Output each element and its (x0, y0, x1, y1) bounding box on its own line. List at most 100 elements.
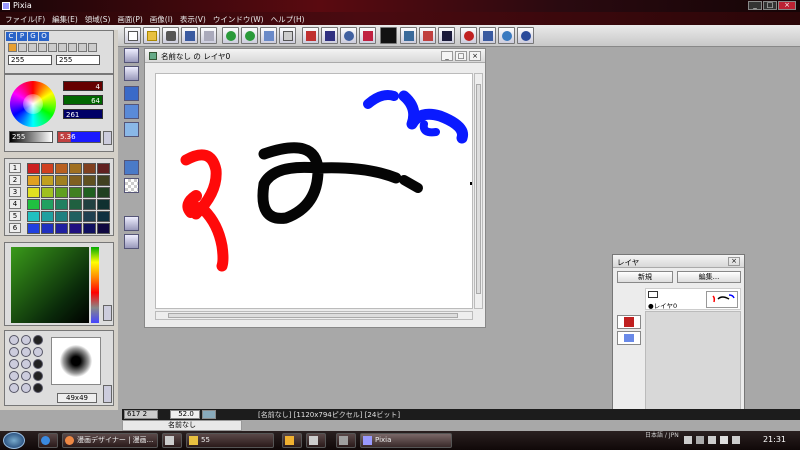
brush-shape-icon[interactable] (33, 371, 43, 381)
palette-swatch[interactable] (83, 163, 96, 174)
record-button[interactable] (460, 27, 477, 44)
document-tab[interactable]: 名前なし (122, 420, 242, 431)
taskbar-browser[interactable]: 漫画デザイナー | 漫画... (62, 433, 158, 448)
mini-tool-icon[interactable] (38, 43, 47, 52)
palette-swatch[interactable] (41, 187, 54, 198)
minimize-button[interactable]: _ (748, 1, 762, 10)
brush-tool-button[interactable] (321, 27, 338, 44)
palette-swatch[interactable] (55, 199, 68, 210)
tray-icon[interactable] (732, 436, 740, 444)
palette-swatch[interactable] (97, 175, 110, 186)
brush-shape-icon[interactable] (21, 371, 31, 381)
palette-swatch[interactable] (41, 211, 54, 222)
network-icon[interactable] (708, 436, 716, 444)
menu-help[interactable]: ヘルプ(H) (269, 12, 310, 25)
drawing-canvas[interactable] (155, 73, 473, 309)
palette-swatch[interactable] (41, 163, 54, 174)
palette-swatch[interactable] (97, 163, 110, 174)
palette-swatch[interactable] (69, 211, 82, 222)
palette-swatch[interactable] (97, 223, 110, 234)
palette-swatch[interactable] (69, 199, 82, 210)
menu-window[interactable]: ウインドウ(W) (211, 12, 269, 25)
tab-o[interactable]: O (39, 32, 49, 41)
taskbar-item-app2[interactable] (306, 433, 326, 448)
layer-tool-icon[interactable] (124, 160, 139, 175)
mini-tool-icon[interactable] (88, 43, 97, 52)
current-color-slider[interactable]: 5.36 (57, 131, 101, 143)
clock[interactable]: 21:31 (763, 435, 786, 444)
language-indicator[interactable]: 日本語 / JPN (645, 433, 679, 439)
tab-p[interactable]: P (17, 32, 27, 41)
menu-screen[interactable]: 画面(P) (115, 12, 147, 25)
hue-strip[interactable] (91, 247, 99, 323)
mini-tool-icon[interactable] (68, 43, 77, 52)
brightness-slider[interactable]: 255 (9, 131, 53, 143)
maximize-button[interactable]: □ (763, 1, 777, 10)
palette-row-button[interactable]: 3 (9, 187, 21, 197)
palette-row-button[interactable]: 6 (9, 223, 21, 233)
palette-swatch[interactable] (83, 187, 96, 198)
taskbar-item-app3[interactable] (336, 433, 356, 448)
color-menu-arrow-icon[interactable] (103, 131, 112, 145)
layer-properties-icon[interactable] (617, 331, 641, 345)
value-right-field[interactable]: 255 (56, 55, 100, 65)
mini-tool-icon[interactable] (58, 43, 67, 52)
taskbar-folder[interactable]: 55 (186, 433, 274, 448)
marker-tool-button[interactable] (359, 27, 376, 44)
tab-c[interactable]: C (6, 32, 16, 41)
save-button[interactable] (181, 27, 198, 44)
canvas-vertical-scrollbar[interactable] (474, 73, 483, 309)
menu-edit[interactable]: 編集(E) (50, 12, 83, 25)
brush-shape-icon[interactable] (33, 359, 43, 369)
transparency-icon[interactable] (124, 178, 139, 193)
vertical-scroll-thumb[interactable] (476, 84, 481, 294)
brush-shape-icon[interactable] (9, 347, 19, 357)
menu-file[interactable]: ファイル(F) (3, 12, 50, 25)
red-value[interactable]: 4 (63, 81, 103, 91)
gradient-tool-icon[interactable] (124, 122, 139, 137)
start-button-icon[interactable] (3, 432, 25, 449)
brush-shape-icon[interactable] (9, 383, 19, 393)
menu-image[interactable]: 画像(I) (148, 12, 178, 25)
palette-swatch[interactable] (55, 211, 68, 222)
help-button[interactable] (517, 27, 534, 44)
canvas-window-titlebar[interactable]: 名前なし の レイヤ0 _ □ × (145, 49, 485, 63)
palette-swatch[interactable] (83, 211, 96, 222)
canvas-minimize-button[interactable]: _ (441, 51, 453, 61)
palette-swatch[interactable] (55, 223, 68, 234)
brush-menu-arrow-icon[interactable] (103, 385, 112, 403)
palette-swatch[interactable] (55, 187, 68, 198)
layer-row-0[interactable]: ●レイヤ0 (645, 288, 741, 310)
palette-swatch[interactable] (83, 223, 96, 234)
edit-layer-button[interactable]: 編集... (677, 271, 741, 283)
palette-swatch[interactable] (27, 163, 40, 174)
palette-swatch[interactable] (97, 187, 110, 198)
volume-icon[interactable] (720, 436, 728, 444)
new-layer-button[interactable]: 新規 (617, 271, 673, 283)
palette-row-button[interactable]: 1 (9, 163, 21, 173)
palette-row-button[interactable]: 5 (9, 211, 21, 221)
palette-swatch[interactable] (69, 223, 82, 234)
brush-shape-icon[interactable] (9, 359, 19, 369)
pen-tool-icon[interactable] (124, 66, 139, 81)
palette-swatch[interactable] (97, 199, 110, 210)
paste-button[interactable] (279, 27, 296, 44)
layer-panel-close-button[interactable]: × (728, 257, 740, 266)
ie-quicklaunch-icon[interactable] (38, 433, 58, 448)
taskbar-pixia[interactable]: Pixia (360, 433, 452, 448)
filter-button[interactable] (438, 27, 455, 44)
green-value[interactable]: 64 (63, 95, 103, 105)
brush-shape-icon[interactable] (33, 383, 43, 393)
brush-shape-icon[interactable] (21, 347, 31, 357)
pixia-app-icon[interactable] (2, 2, 10, 10)
brush-shape-icon[interactable] (9, 371, 19, 381)
zoom-field[interactable]: 52.0 (170, 410, 200, 419)
fill-rect-icon[interactable] (124, 104, 139, 119)
horizontal-scroll-thumb[interactable] (168, 313, 458, 318)
color-wheel[interactable] (10, 81, 56, 127)
palette-swatch[interactable] (27, 187, 40, 198)
taskbar-item-doc[interactable] (162, 433, 182, 448)
eye-visibility-icon[interactable] (648, 291, 658, 298)
mini-tool-icon[interactable] (8, 43, 17, 52)
new-file-button[interactable] (124, 27, 141, 44)
